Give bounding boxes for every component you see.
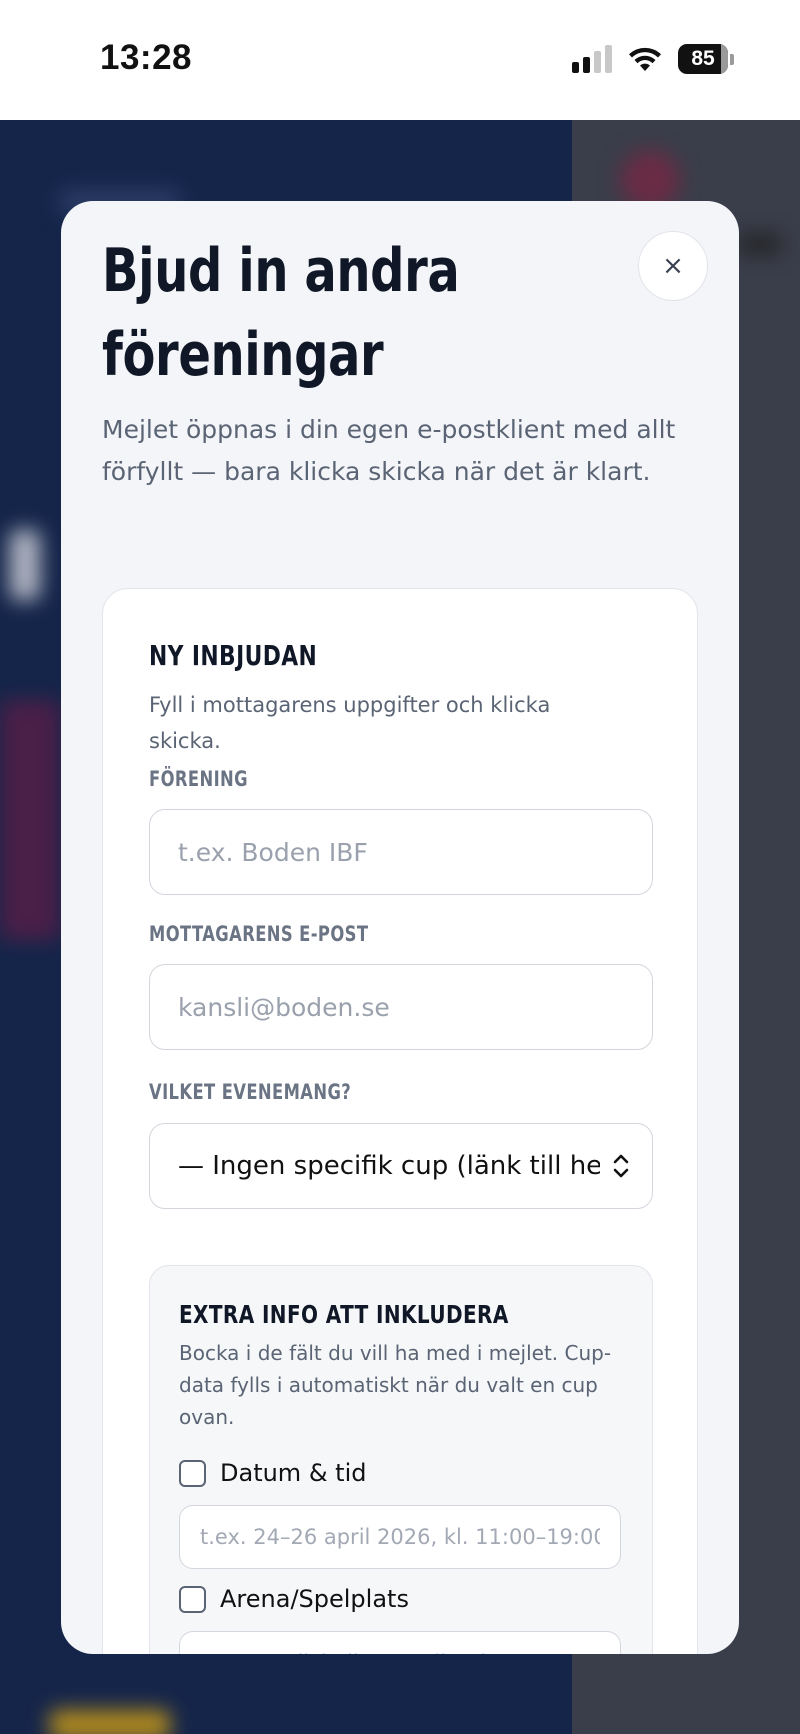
invite-modal: Bjud in andra föreningar × Mejlet öppnas…	[61, 201, 739, 1654]
invite-card: NY INBJUDAN Fyll i mottagarens uppgifter…	[102, 588, 698, 1654]
extra-info-heading: EXTRA INFO ATT INKLUDERA	[179, 1300, 509, 1329]
event-select-value: — Ingen specifik cup (länk till hem	[178, 1151, 600, 1181]
forening-label: FÖRENING	[149, 767, 248, 791]
datum-input[interactable]	[179, 1505, 621, 1569]
battery-icon: 85	[678, 44, 734, 74]
card-subtitle: Fyll i mottagarens uppgifter och klicka …	[149, 693, 551, 753]
wifi-icon	[629, 47, 661, 71]
extra-info-box: EXTRA INFO ATT INKLUDERA Bocka i de fält…	[149, 1265, 653, 1654]
datum-checkbox[interactable]	[179, 1459, 206, 1487]
checkbox-row-datum[interactable]: Datum & tid	[179, 1459, 366, 1487]
status-time: 13:28	[100, 38, 193, 77]
forening-input[interactable]	[149, 809, 653, 895]
event-select[interactable]: — Ingen specifik cup (länk till hem	[149, 1123, 653, 1209]
background-text	[740, 235, 780, 253]
status-bar: 13:28 85	[0, 0, 800, 120]
modal-description: Mejlet öppnas i din egen e-postklient me…	[102, 415, 676, 486]
close-icon: ×	[662, 251, 684, 281]
extra-info-description: Bocka i de fält du vill ha med i mejlet.…	[179, 1341, 612, 1429]
chevron-up-down-icon	[610, 1153, 632, 1179]
datum-checkbox-label: Datum & tid	[220, 1459, 367, 1487]
arena-checkbox-label: Arena/Spelplats	[220, 1585, 409, 1613]
card-heading: NY INBJUDAN	[149, 639, 318, 672]
arena-checkbox[interactable]	[179, 1585, 206, 1613]
close-button[interactable]: ×	[638, 231, 708, 301]
email-label: MOTTAGARENS E-POST	[149, 922, 369, 946]
email-input[interactable]	[149, 964, 653, 1050]
modal-title: Bjud in andra föreningar	[102, 229, 486, 397]
background-accent	[0, 700, 60, 940]
background-card	[10, 530, 40, 600]
modal-title-line-2: föreningar	[102, 320, 384, 390]
status-icons: 85	[572, 42, 734, 76]
event-label: VILKET EVENEMANG?	[149, 1080, 352, 1104]
background-button	[50, 1710, 170, 1734]
modal-title-line-1: Bjud in andra	[102, 236, 460, 306]
battery-level: 85	[691, 47, 715, 70]
arena-input[interactable]	[179, 1631, 621, 1654]
cellular-signal-icon	[572, 45, 612, 73]
checkbox-row-arena[interactable]: Arena/Spelplats	[179, 1585, 409, 1613]
